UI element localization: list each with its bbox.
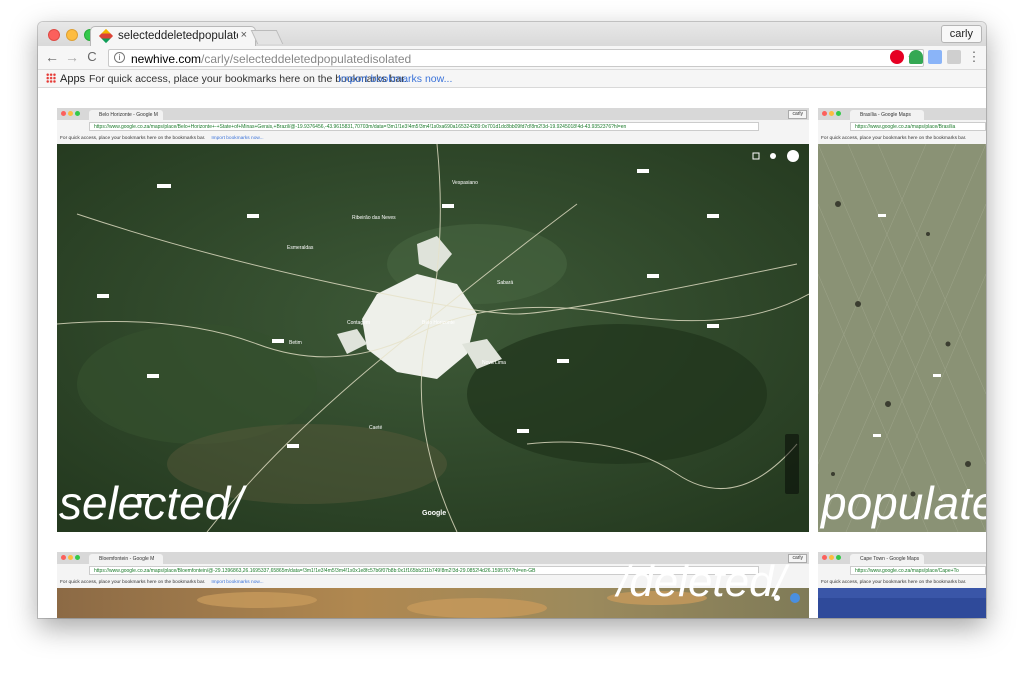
profile-button[interactable]: carly [940,25,982,43]
tile-close-icon [61,111,66,116]
map-city-label: Nova Lima [482,360,506,366]
browser-toolbar: ← → C i newhive.com/carly/selecteddelete… [38,46,986,70]
reload-button[interactable]: C [84,49,100,64]
tile-bookmarks-hint: For quick access, place your bookmarks h… [60,580,206,585]
forward-button[interactable]: → [64,49,80,65]
minimize-window-button[interactable] [66,29,78,41]
browser-tab[interactable]: selecteddeletedpopulatedisola × [90,26,256,46]
tile-maximize-icon [836,555,841,560]
tile-bookmarks-hint: For quick access, place your bookmarks h… [821,136,967,141]
tile-url: https://www.google.co.za/maps/place/Cape… [850,566,986,575]
apps-grid-icon [46,73,56,83]
map-city-label: Vespasiano [452,180,478,186]
map-city-label: Ribeirão das Neves [352,215,396,221]
tile-minimize-icon [68,555,73,560]
new-tab-button[interactable] [250,30,284,44]
overlay-word-selected: selected/ [59,477,244,529]
tile-url: https://www.google.co.za/maps/place/Bras… [850,122,986,131]
tile-maximize-icon [75,555,80,560]
tile-tab-title: Cape Town - Google Maps [850,554,924,564]
bookmarks-bar: Apps For quick access, place your bookma… [38,70,986,88]
tile-close-icon [822,555,827,560]
map-city-label: Belo Horizonte [422,320,455,326]
tab-close-icon[interactable]: × [241,29,247,41]
screenshot-tile-brasilia[interactable]: Brasília - Google Maps https://www.googl… [818,108,986,532]
page-content: Belo Horizonte - Google M carly https://… [38,88,986,618]
tab-strip: selecteddeletedpopulatedisola × carly [38,22,986,46]
tile-bookmarks-bar: For quick access, place your bookmarks h… [818,133,986,144]
map-city-label: Sabará [497,280,513,286]
tile-import-link: Import bookmarks now... [211,580,264,585]
pinterest-extension-icon[interactable] [890,50,904,64]
tile-maximize-icon [836,111,841,116]
site-favicon-icon [98,28,114,44]
address-bar[interactable]: i newhive.com/carly/selecteddeletedpopul… [108,49,924,67]
overlay-word-deleted: /deleted/ [617,557,786,606]
tile-minimize-icon [829,111,834,116]
apps-shortcut[interactable]: Apps [46,73,85,85]
satellite-map-brasilia [818,144,986,532]
tile-profile: carly [788,110,807,119]
map-city-label: Contagem [347,320,370,326]
site-info-icon[interactable]: i [114,52,125,63]
import-bookmarks-link[interactable]: Import bookmarks now... [338,73,452,85]
tile-close-icon [61,555,66,560]
tile-bookmarks-hint: For quick access, place your bookmarks h… [60,136,206,141]
close-window-button[interactable] [48,29,60,41]
tile-minimize-icon [829,555,834,560]
back-button[interactable]: ← [44,49,60,65]
tile-close-icon [822,111,827,116]
url-path: /carly/selecteddeletedpopulatedisolated [201,52,412,66]
screenshot-tile-belo-horizonte[interactable]: Belo Horizonte - Google M carly https://… [57,108,809,532]
browser-menu-icon[interactable]: ⋮ [966,49,982,65]
overlay-word-populate: populate [821,477,986,529]
map-city-label: Esmeraldas [287,245,314,251]
extension-new-icon[interactable] [909,50,923,64]
tile-minimize-icon [68,111,73,116]
tile-tab-title: Belo Horizonte - Google M [89,110,163,120]
satellite-map-belo-horizonte: Contagem Belo Horizonte Sabará Nova Lima… [57,144,809,532]
map-city-label: Betim [289,340,302,346]
tile-maximize-icon [75,111,80,116]
map-city-label: Caeté [369,425,383,431]
tile-browser-chrome: Cape Town - Google Maps https://www.goog… [818,552,986,588]
tile-profile: carly [788,554,807,563]
tile-import-link: Import bookmarks now... [211,136,264,141]
screenshot-tile-cape-town[interactable]: Cape Town - Google Maps https://www.goog… [818,552,986,618]
audio-extension-icon[interactable] [947,50,961,64]
satellite-map-cape-town [818,588,986,618]
screenshot-tile-bloemfontein[interactable]: Bloemfontein - Google M carly https://ww… [57,552,809,618]
browser-window: selecteddeletedpopulatedisola × carly ← … [38,22,986,618]
tile-bookmarks-hint: For quick access, place your bookmarks h… [821,580,967,585]
tile-tab-title: Brasília - Google Maps [850,110,924,120]
google-watermark: Google [422,510,446,517]
tile-browser-chrome: Belo Horizonte - Google M carly https://… [57,108,809,144]
docs-extension-icon[interactable] [928,50,942,64]
apps-label: Apps [60,73,86,85]
tile-tab-title: Bloemfontein - Google M [89,554,163,564]
tile-url: https://www.google.co.za/maps/place/Belo… [89,122,759,131]
tile-bookmarks-bar: For quick access, place your bookmarks h… [818,577,986,588]
tile-bookmarks-bar: For quick access, place your bookmarks h… [57,133,809,144]
tab-title: selecteddeletedpopulatedisola [118,30,238,42]
tile-browser-chrome: Brasília - Google Maps https://www.googl… [818,108,986,144]
url-text: newhive.com/carly/selecteddeletedpopulat… [131,52,411,66]
url-domain: newhive.com [131,52,202,66]
